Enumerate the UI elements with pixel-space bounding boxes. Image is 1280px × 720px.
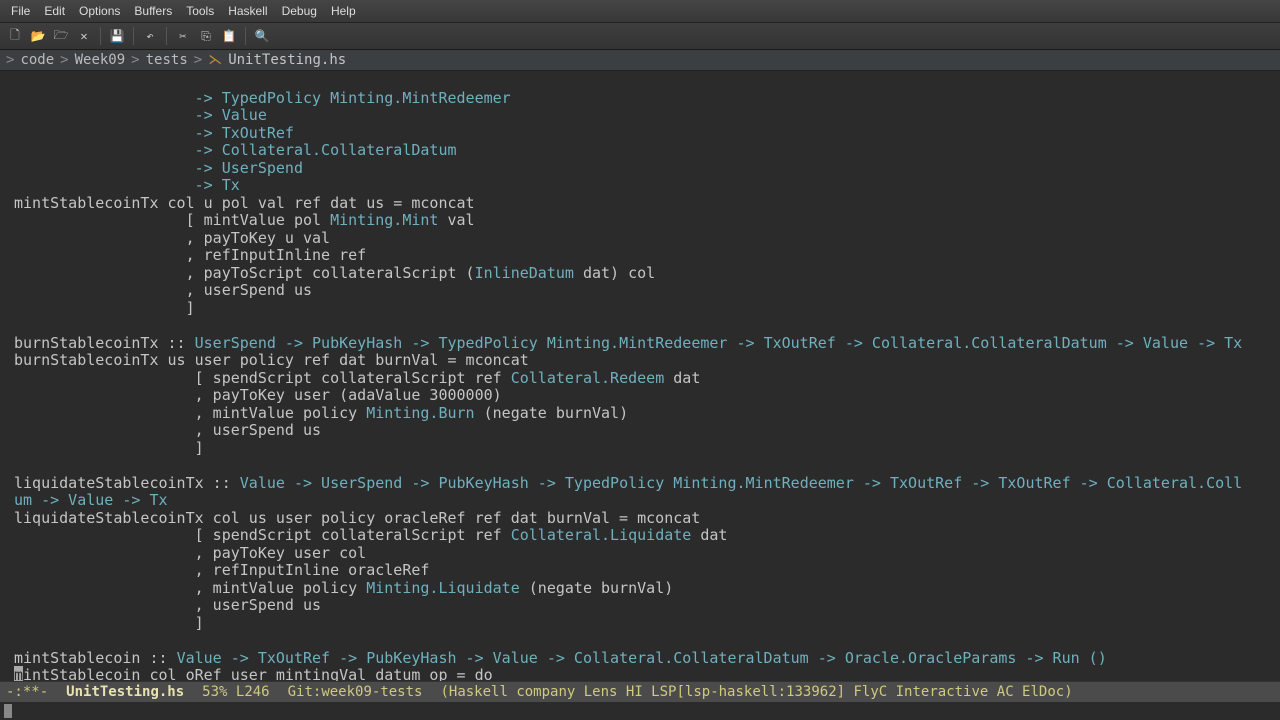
breadcrumb-root: > (6, 52, 14, 68)
toolbar-separator (166, 27, 167, 45)
breadcrumb-file[interactable]: UnitTesting.hs (228, 52, 346, 68)
breadcrumb: > code > Week09 > tests > ⋋ UnitTesting.… (0, 50, 1280, 71)
code-line: ] (14, 299, 195, 317)
code-line: , payToKey user (adaValue 3000000) (14, 386, 502, 404)
menu-debug[interactable]: Debug (275, 2, 324, 20)
menubar: File Edit Options Buffers Tools Haskell … (0, 0, 1280, 23)
code-line: -> Value (14, 106, 267, 124)
toolbar: 🗋 📂 🗁 ✕ 💾 ↶ ✂ ⎘ 📋 🔍 (0, 23, 1280, 50)
code-line: liquidateStablecoinTx :: Value -> UserSp… (14, 474, 1242, 492)
code-line: -> Tx (14, 176, 240, 194)
code-line: , refInputInline ref (14, 246, 366, 264)
toolbar-separator (133, 27, 134, 45)
paste-icon[interactable]: 📋 (219, 26, 239, 46)
chevron-right-icon: > (194, 52, 202, 68)
modeline: -:**- UnitTesting.hs 53% L246 Git:week09… (0, 681, 1280, 702)
code-line: [ spendScript collateralScript ref Colla… (14, 526, 727, 544)
code-line: , payToScript collateralScript (InlineDa… (14, 264, 655, 282)
code-line: , payToKey u val (14, 229, 330, 247)
chevron-right-icon: > (60, 52, 68, 68)
chevron-right-icon: > (131, 52, 139, 68)
menu-tools[interactable]: Tools (179, 2, 221, 20)
code-line: , mintValue policy Minting.Liquidate (ne… (14, 579, 673, 597)
menu-help[interactable]: Help (324, 2, 363, 20)
copy-icon[interactable]: ⎘ (196, 26, 216, 46)
code-line: , userSpend us (14, 281, 312, 299)
code-line: mintStablecoin col oRef user mintingVal … (14, 666, 493, 681)
code-line: burnStablecoinTx :: UserSpend -> PubKeyH… (14, 334, 1242, 352)
haskell-file-icon: ⋋ (208, 52, 222, 68)
save-icon[interactable]: 💾 (107, 26, 127, 46)
modeline-modes: (Haskell company Lens HI LSP[lsp-haskell… (440, 684, 1072, 700)
new-file-icon[interactable]: 🗋 (5, 26, 25, 46)
modeline-position: 53% L246 (202, 684, 269, 700)
close-icon[interactable]: ✕ (74, 26, 94, 46)
breadcrumb-part[interactable]: Week09 (75, 52, 126, 68)
code-line: ] (14, 439, 204, 457)
search-icon[interactable]: 🔍 (252, 26, 272, 46)
modeline-filename: UnitTesting.hs (66, 684, 184, 700)
breadcrumb-part[interactable]: code (20, 52, 54, 68)
code-line: mintStablecoinTx col u pol val ref dat u… (14, 194, 475, 212)
code-line: , userSpend us (14, 421, 321, 439)
code-line: ] (14, 614, 204, 632)
modeline-status: -:**- (6, 684, 48, 700)
menu-edit[interactable]: Edit (37, 2, 72, 20)
menu-buffers[interactable]: Buffers (127, 2, 179, 20)
code-line: -> UserSpend (14, 159, 303, 177)
code-line: liquidateStablecoinTx col us user policy… (14, 509, 700, 527)
menu-haskell[interactable]: Haskell (221, 2, 274, 20)
code-editor[interactable]: -> TypedPolicy Minting.MintRedeemer -> V… (0, 71, 1280, 681)
code-line: -> TxOutRef (14, 124, 294, 142)
code-line: um -> Value -> Tx (14, 491, 168, 509)
code-line: -> Collateral.CollateralDatum (14, 141, 457, 159)
code-line: , refInputInline oracleRef (14, 561, 429, 579)
toolbar-separator (100, 27, 101, 45)
code-line: -> TypedPolicy Minting.MintRedeemer (14, 89, 511, 107)
open-file-icon[interactable]: 📂 (28, 26, 48, 46)
text-cursor: m (14, 666, 23, 681)
code-line: mintStablecoin :: Value -> TxOutRef -> P… (14, 649, 1107, 667)
minibuffer[interactable] (0, 702, 1280, 720)
menu-options[interactable]: Options (72, 2, 127, 20)
code-line: , userSpend us (14, 596, 321, 614)
folder-icon[interactable]: 🗁 (51, 26, 71, 46)
toolbar-separator (245, 27, 246, 45)
breadcrumb-part[interactable]: tests (146, 52, 188, 68)
code-line: , payToKey user col (14, 544, 366, 562)
code-line: [ spendScript collateralScript ref Colla… (14, 369, 700, 387)
code-line: burnStablecoinTx us user policy ref dat … (14, 351, 529, 369)
undo-icon[interactable]: ↶ (140, 26, 160, 46)
code-line: [ mintValue pol Minting.Mint val (14, 211, 475, 229)
modeline-git: Git:week09-tests (288, 684, 423, 700)
code-line: , mintValue policy Minting.Burn (negate … (14, 404, 628, 422)
cut-icon[interactable]: ✂ (173, 26, 193, 46)
minibuffer-cursor (4, 704, 12, 718)
menu-file[interactable]: File (4, 2, 37, 20)
